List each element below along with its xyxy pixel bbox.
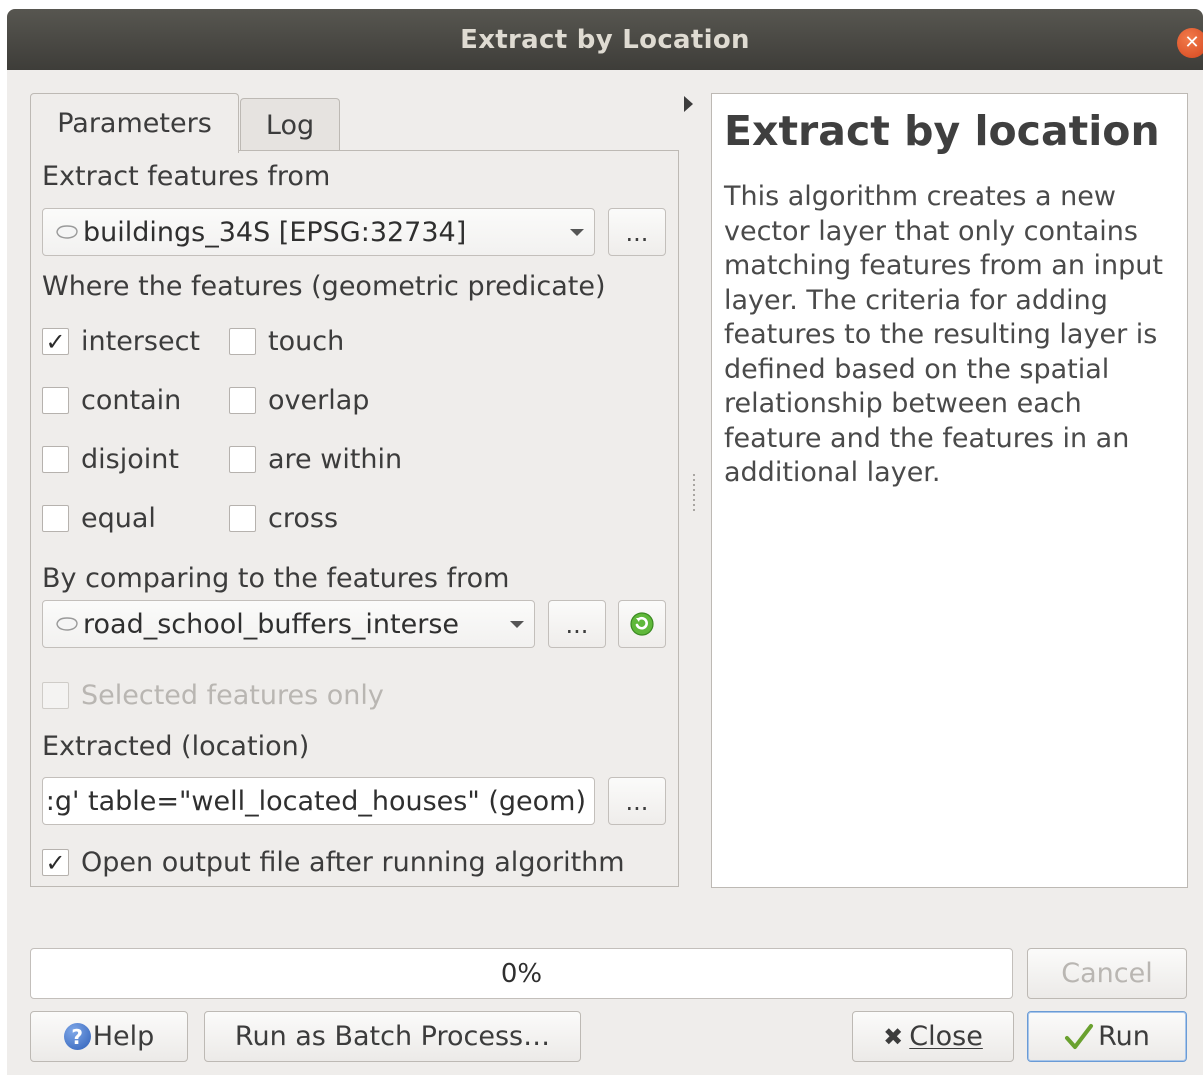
predicate-touch[interactable]: touch [229, 326, 344, 357]
predicate-overlap[interactable]: overlap [229, 385, 369, 416]
intersect-checkbox[interactable]: ✓ [42, 328, 69, 356]
help-panel: Extract by location This algorithm creat… [711, 93, 1188, 888]
progress-bar: 0% [30, 948, 1013, 999]
touch-label: touch [268, 326, 345, 357]
help-button[interactable]: ? Help [30, 1011, 188, 1062]
selected-features-label: Selected features only [81, 680, 384, 711]
compare-layer-value: road_school_buffers_interse [83, 608, 459, 640]
predicate-label: Where the features (geometric predicate) [42, 271, 606, 302]
run-as-batch-button[interactable]: Run as Batch Process… [204, 1011, 581, 1062]
input-layer-browse-button[interactable]: ... [608, 208, 666, 256]
window-title: Extract by Location [460, 24, 750, 55]
open-output-checkbox[interactable]: ✓ [42, 849, 69, 877]
input-layer-value: buildings_34S [EPSG:32734] [83, 216, 467, 248]
x-mark-icon: ✖ [883, 1022, 904, 1051]
predicate-contain[interactable]: contain [42, 385, 181, 416]
contain-checkbox[interactable] [42, 387, 69, 414]
predicate-are-within[interactable]: are within [229, 444, 402, 475]
output-path-input[interactable]: :g' table="well_located_houses" (geom) [42, 777, 595, 825]
title-bar: Extract by Location ✕ [7, 9, 1203, 70]
dialog-window: Extract by Location ✕ Parameters Log Ext… [7, 9, 1203, 1075]
checkmark-icon [1064, 1023, 1094, 1051]
polygon-layer-icon [56, 617, 78, 631]
iterate-layer-button[interactable] [618, 600, 666, 648]
contain-label: contain [81, 385, 182, 416]
predicate-equal[interactable]: equal [42, 503, 156, 534]
output-label: Extracted (location) [42, 731, 310, 762]
help-button-label: Help [92, 1021, 155, 1052]
green-refresh-icon [630, 612, 654, 636]
cancel-button[interactable]: Cancel [1027, 948, 1187, 999]
polygon-layer-icon [56, 225, 78, 239]
disjoint-checkbox[interactable] [42, 446, 69, 473]
predicate-disjoint[interactable]: disjoint [42, 444, 179, 475]
close-button[interactable]: ✖ Close [852, 1011, 1014, 1062]
compare-layer-browse-button[interactable]: ... [548, 600, 606, 648]
equal-checkbox[interactable] [42, 505, 69, 532]
compare-layer-combo[interactable]: road_school_buffers_interse [42, 600, 535, 648]
input-layer-label: Extract features from [42, 161, 331, 192]
collapse-arrow-icon[interactable] [684, 96, 693, 112]
cross-checkbox[interactable] [229, 505, 256, 532]
cross-label: cross [268, 503, 339, 534]
help-icon: ? [63, 1023, 91, 1050]
open-output-label: Open output file after running algorithm [81, 847, 625, 878]
tab-log[interactable]: Log [240, 98, 340, 151]
window-close-icon[interactable]: ✕ [1177, 28, 1203, 58]
are-within-label: are within [268, 444, 403, 475]
chevron-down-icon [570, 229, 584, 236]
equal-label: equal [81, 503, 156, 534]
help-description: This algorithm creates a new vector laye… [724, 181, 1163, 489]
overlap-checkbox[interactable] [229, 387, 256, 414]
predicate-cross[interactable]: cross [229, 503, 338, 534]
help-title: Extract by location [724, 107, 1160, 155]
run-button-label: Run [1098, 1021, 1150, 1052]
compare-layer-label: By comparing to the features from [42, 563, 510, 594]
are-within-checkbox[interactable] [229, 446, 256, 473]
run-button[interactable]: Run [1027, 1011, 1187, 1062]
selected-features-only: Selected features only [42, 680, 384, 711]
close-button-label: Close [909, 1021, 983, 1052]
input-layer-combo[interactable]: buildings_34S [EPSG:32734] [42, 208, 595, 256]
tab-parameters[interactable]: Parameters [30, 93, 239, 153]
output-browse-button[interactable]: ... [608, 777, 666, 825]
parameters-panel: Extract features from buildings_34S [EPS… [30, 150, 679, 887]
overlap-label: overlap [268, 385, 370, 416]
progress-text: 0% [500, 958, 543, 989]
splitter-handle[interactable] [693, 474, 695, 514]
intersect-label: intersect [81, 326, 201, 357]
open-output-option[interactable]: ✓ Open output file after running algorit… [42, 847, 625, 878]
touch-checkbox[interactable] [229, 328, 256, 355]
chevron-down-icon [510, 621, 524, 628]
predicate-intersect[interactable]: ✓ intersect [42, 326, 200, 357]
disjoint-label: disjoint [81, 444, 179, 475]
selected-features-checkbox [42, 682, 69, 709]
